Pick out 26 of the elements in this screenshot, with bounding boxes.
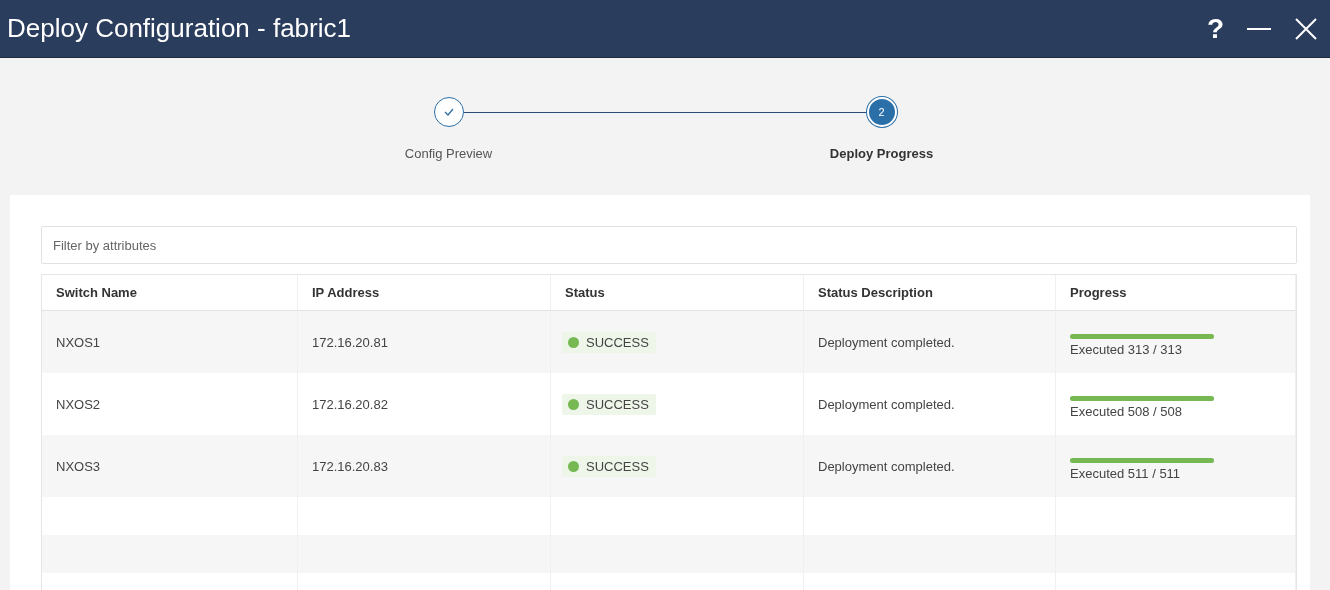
filter-field[interactable]: Filter by attributes xyxy=(41,226,1297,264)
status-dot xyxy=(568,398,579,410)
status-text: SUCCESS xyxy=(586,334,649,350)
table-cell-text: Deployment completed. xyxy=(818,396,956,412)
window-title: Deploy Configuration - fabric1 xyxy=(7,13,351,44)
status-text: SUCCESS xyxy=(586,458,649,474)
table-cell-text: 172.16.20.82 xyxy=(312,396,389,412)
status-dot xyxy=(568,336,579,348)
status-dot xyxy=(568,460,579,472)
progress-text: Executed 313 / 313 xyxy=(1070,341,1184,357)
progress-text: Executed 508 / 508 xyxy=(1070,403,1184,419)
minimize-icon xyxy=(1246,27,1272,30)
table-cell-text: NXOS3 xyxy=(56,458,102,474)
table-cell-text: NXOS2 xyxy=(56,396,102,412)
table-cell-text: 172.16.20.81 xyxy=(312,334,389,350)
check-icon xyxy=(443,108,454,116)
status-text: SUCCESS xyxy=(586,396,649,412)
table-cell-text: 172.16.20.83 xyxy=(312,458,389,474)
table-cell-text: Deployment completed. xyxy=(818,458,956,474)
table-cell-text: Deployment completed. xyxy=(818,334,956,350)
progress-text: Executed 511 / 511 xyxy=(1070,465,1182,481)
table-cell-text: NXOS1 xyxy=(56,334,102,350)
help-button[interactable]: ? xyxy=(1202,12,1228,45)
step-label: Config Preview xyxy=(404,146,493,161)
step-label: Deploy Progress xyxy=(829,146,934,161)
step-number: 2 xyxy=(866,97,897,127)
